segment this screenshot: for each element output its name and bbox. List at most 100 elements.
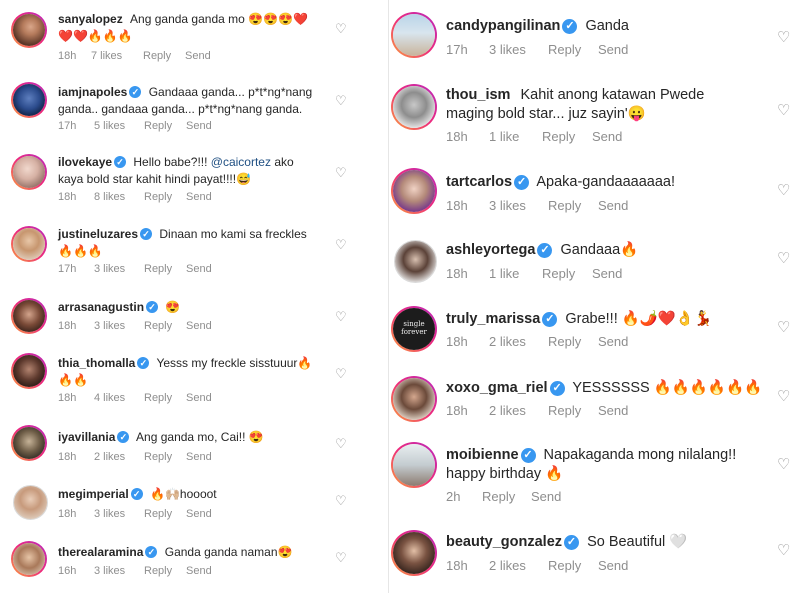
send-button[interactable]: Send (592, 129, 622, 144)
comment-username[interactable]: moibienne (446, 447, 519, 463)
heart-outline-icon[interactable]: ♡ (777, 389, 790, 404)
reply-button[interactable]: Reply (144, 263, 186, 275)
avatar[interactable] (11, 226, 47, 262)
comment-likes[interactable]: 3 likes (94, 508, 144, 520)
heart-outline-icon[interactable]: ♡ (335, 310, 347, 323)
send-button[interactable]: Send (598, 42, 628, 57)
reply-button[interactable]: Reply (548, 558, 598, 573)
send-button[interactable]: Send (186, 508, 212, 520)
reply-button[interactable]: Reply (144, 451, 186, 463)
comment-username[interactable]: iyavillania (58, 430, 115, 444)
avatar[interactable] (394, 240, 437, 283)
send-button[interactable]: Send (598, 403, 628, 418)
comment-username[interactable]: tartcarlos (446, 174, 512, 190)
reply-button[interactable]: Reply (548, 334, 598, 349)
comment-likes[interactable]: 1 like (489, 129, 542, 144)
comment-username[interactable]: candypangilinan (446, 18, 560, 34)
reply-button[interactable]: Reply (548, 42, 598, 57)
avatar[interactable] (13, 485, 48, 520)
reply-button[interactable]: Reply (482, 489, 531, 504)
send-button[interactable]: Send (186, 565, 212, 577)
avatar[interactable] (391, 530, 437, 576)
comment-likes[interactable]: 8 likes (94, 191, 144, 203)
heart-outline-icon[interactable]: ♡ (335, 166, 347, 179)
comment-username[interactable]: iamjnapoles (58, 85, 127, 99)
comment-likes[interactable]: 3 likes (489, 42, 548, 57)
comment-username[interactable]: ashleyortega (446, 242, 535, 258)
comment-username[interactable]: sanyalopez (58, 12, 123, 26)
heart-outline-icon[interactable]: ♡ (777, 251, 790, 266)
send-button[interactable]: Send (186, 263, 212, 275)
heart-outline-icon[interactable]: ♡ (777, 30, 790, 45)
heart-outline-icon[interactable]: ♡ (777, 457, 790, 472)
send-button[interactable]: Send (186, 120, 212, 132)
comment-username[interactable]: beauty_gonzalez (446, 534, 562, 550)
send-button[interactable]: Send (598, 198, 628, 213)
heart-outline-icon[interactable]: ♡ (335, 367, 347, 380)
comment-likes[interactable]: 2 likes (489, 403, 548, 418)
comment-likes[interactable]: 2 likes (489, 334, 548, 349)
heart-outline-icon[interactable]: ♡ (777, 543, 790, 558)
avatar[interactable] (11, 425, 47, 461)
reply-button[interactable]: Reply (542, 129, 592, 144)
comment-likes[interactable]: 3 likes (94, 565, 144, 577)
comment-username[interactable]: justineluzares (58, 227, 138, 241)
reply-button[interactable]: Reply (144, 320, 186, 332)
reply-button[interactable]: Reply (144, 392, 186, 404)
reply-button[interactable]: Reply (144, 508, 186, 520)
avatar[interactable] (391, 12, 437, 58)
avatar[interactable] (391, 376, 437, 422)
heart-outline-icon[interactable]: ♡ (777, 103, 790, 118)
reply-button[interactable]: Reply (144, 191, 186, 203)
avatar[interactable] (11, 298, 47, 334)
heart-outline-icon[interactable]: ♡ (335, 494, 347, 507)
send-button[interactable]: Send (598, 334, 628, 349)
avatar[interactable] (11, 82, 47, 118)
avatar[interactable] (11, 154, 47, 190)
comment-username[interactable]: arrasanagustin (58, 300, 144, 314)
heart-outline-icon[interactable]: ♡ (335, 94, 347, 107)
comment-likes[interactable]: 4 likes (94, 392, 144, 404)
send-button[interactable]: Send (185, 50, 211, 62)
reply-button[interactable]: Reply (143, 50, 185, 62)
comment-username[interactable]: megimperial (58, 487, 129, 501)
send-button[interactable]: Send (186, 320, 212, 332)
send-button[interactable]: Send (186, 451, 212, 463)
comment-likes[interactable]: 3 likes (94, 263, 144, 275)
comment-likes[interactable]: 2 likes (489, 558, 548, 573)
reply-button[interactable]: Reply (548, 403, 598, 418)
avatar[interactable] (11, 12, 47, 48)
heart-outline-icon[interactable]: ♡ (335, 22, 347, 35)
comment-likes[interactable]: 5 likes (94, 120, 144, 132)
avatar[interactable] (11, 541, 47, 577)
comment-username[interactable]: therealaramina (58, 545, 143, 559)
avatar[interactable] (11, 353, 47, 389)
comment-likes[interactable]: 3 likes (489, 198, 548, 213)
comment-username[interactable]: thia_thomalla (58, 356, 135, 370)
send-button[interactable]: Send (598, 558, 628, 573)
avatar[interactable] (391, 84, 437, 130)
heart-outline-icon[interactable]: ♡ (777, 320, 790, 335)
comment-username[interactable]: thou_ism (446, 87, 510, 103)
reply-button[interactable]: Reply (144, 120, 186, 132)
heart-outline-icon[interactable]: ♡ (777, 183, 790, 198)
reply-button[interactable]: Reply (542, 266, 592, 281)
avatar[interactable] (391, 168, 437, 214)
reply-button[interactable]: Reply (548, 198, 598, 213)
comment-username[interactable]: xoxo_gma_riel (446, 380, 548, 396)
heart-outline-icon[interactable]: ♡ (335, 437, 347, 450)
heart-outline-icon[interactable]: ♡ (335, 238, 347, 251)
send-button[interactable]: Send (186, 191, 212, 203)
comment-likes[interactable]: 3 likes (94, 320, 144, 332)
mention-link[interactable]: @caicortez (211, 155, 271, 169)
send-button[interactable]: Send (531, 489, 561, 504)
avatar[interactable] (391, 442, 437, 488)
comment-likes[interactable]: 2 likes (94, 451, 144, 463)
comment-username[interactable]: truly_marissa (446, 311, 540, 327)
comment-likes[interactable]: 1 like (489, 266, 542, 281)
comment-likes[interactable]: 7 likes (91, 50, 143, 62)
reply-button[interactable]: Reply (144, 565, 186, 577)
heart-outline-icon[interactable]: ♡ (335, 551, 347, 564)
send-button[interactable]: Send (592, 266, 622, 281)
avatar[interactable]: single forever (391, 306, 437, 352)
